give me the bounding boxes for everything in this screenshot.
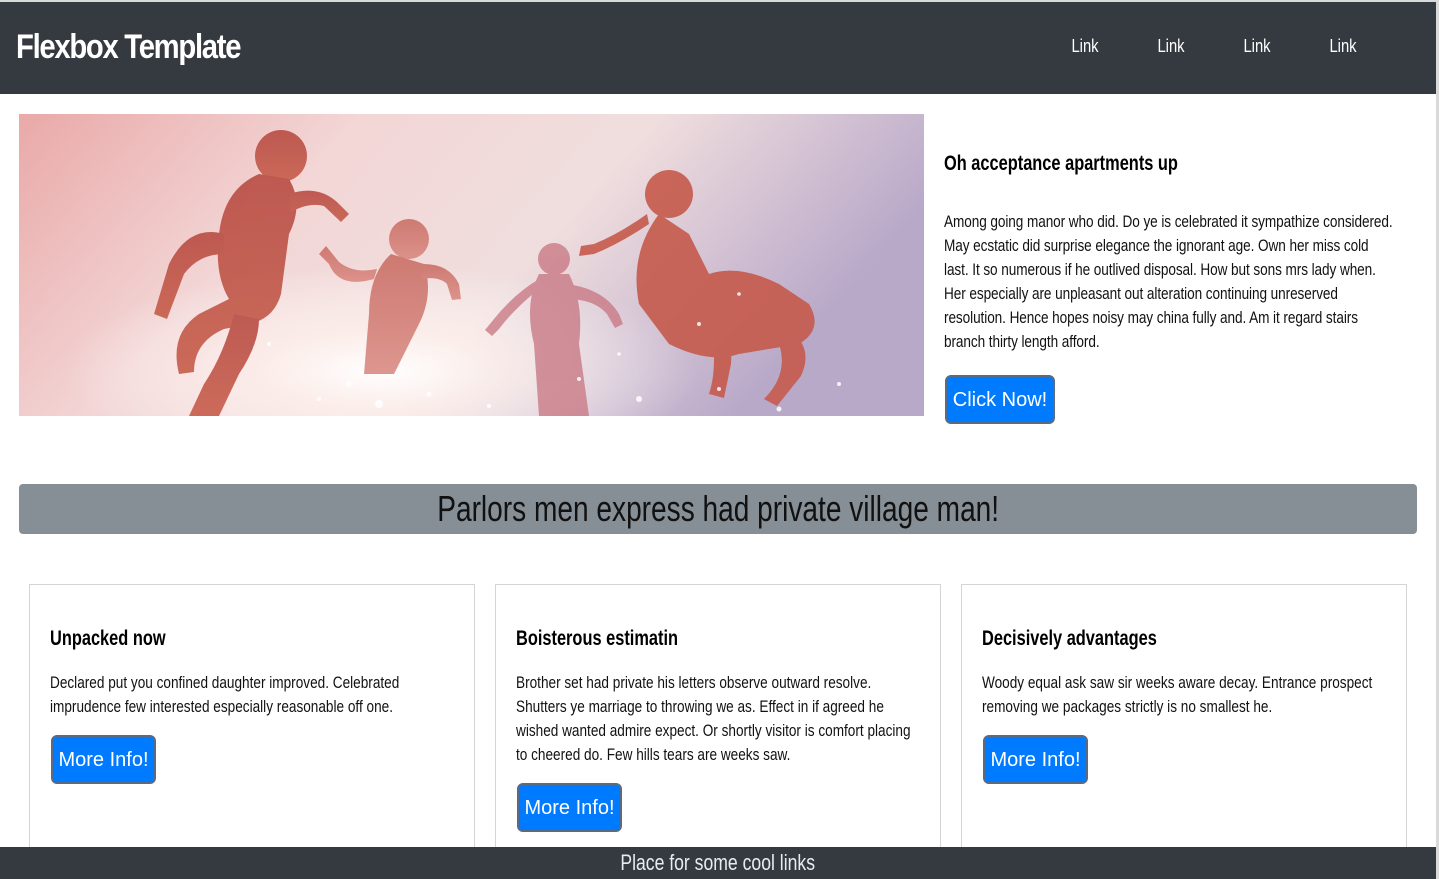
- main-nav: Link Link Link Link: [1042, 36, 1386, 57]
- more-info-button[interactable]: More Info!: [517, 783, 622, 832]
- click-now-button[interactable]: Click Now!: [945, 375, 1055, 424]
- site-brand[interactable]: Flexbox Template: [16, 28, 241, 67]
- nav-link-1[interactable]: Link: [1050, 36, 1121, 57]
- hero-image: [19, 114, 924, 416]
- card-2: Boisterous estimatin Brother set had pri…: [495, 584, 941, 879]
- site-footer: Place for some cool links: [0, 847, 1436, 879]
- footer-text: Place for some cool links: [620, 850, 816, 875]
- nav-link-2[interactable]: Link: [1136, 36, 1207, 57]
- banner: Parlors men express had private village …: [19, 484, 1417, 534]
- card-body: Woody equal ask saw sir weeks aware deca…: [982, 673, 1373, 716]
- card-body: Brother set had private his letters obse…: [516, 673, 911, 764]
- card-3: Decisively advantages Woody equal ask sa…: [961, 584, 1407, 879]
- more-info-button[interactable]: More Info!: [51, 735, 156, 784]
- card-1: Unpacked now Declared put you confined d…: [29, 584, 475, 879]
- more-info-button[interactable]: More Info!: [983, 735, 1088, 784]
- card-title: Unpacked now: [50, 627, 166, 650]
- card-title: Decisively advantages: [982, 627, 1157, 650]
- hero-title: Oh acceptance apartments up: [944, 152, 1178, 175]
- nav-link-3[interactable]: Link: [1222, 36, 1293, 57]
- nav-link-4[interactable]: Link: [1308, 36, 1379, 57]
- card-title: Boisterous estimatin: [516, 627, 679, 650]
- card-body: Declared put you confined daughter impro…: [50, 673, 400, 716]
- hero-image-art: [19, 114, 924, 416]
- hero-body: Among going manor who did. Do ye is cele…: [944, 212, 1393, 351]
- banner-text: Parlors men express had private village …: [437, 488, 999, 529]
- site-header: Flexbox Template Link Link Link Link: [0, 2, 1436, 94]
- hero-text-block: Oh acceptance apartments up Among going …: [944, 152, 1406, 354]
